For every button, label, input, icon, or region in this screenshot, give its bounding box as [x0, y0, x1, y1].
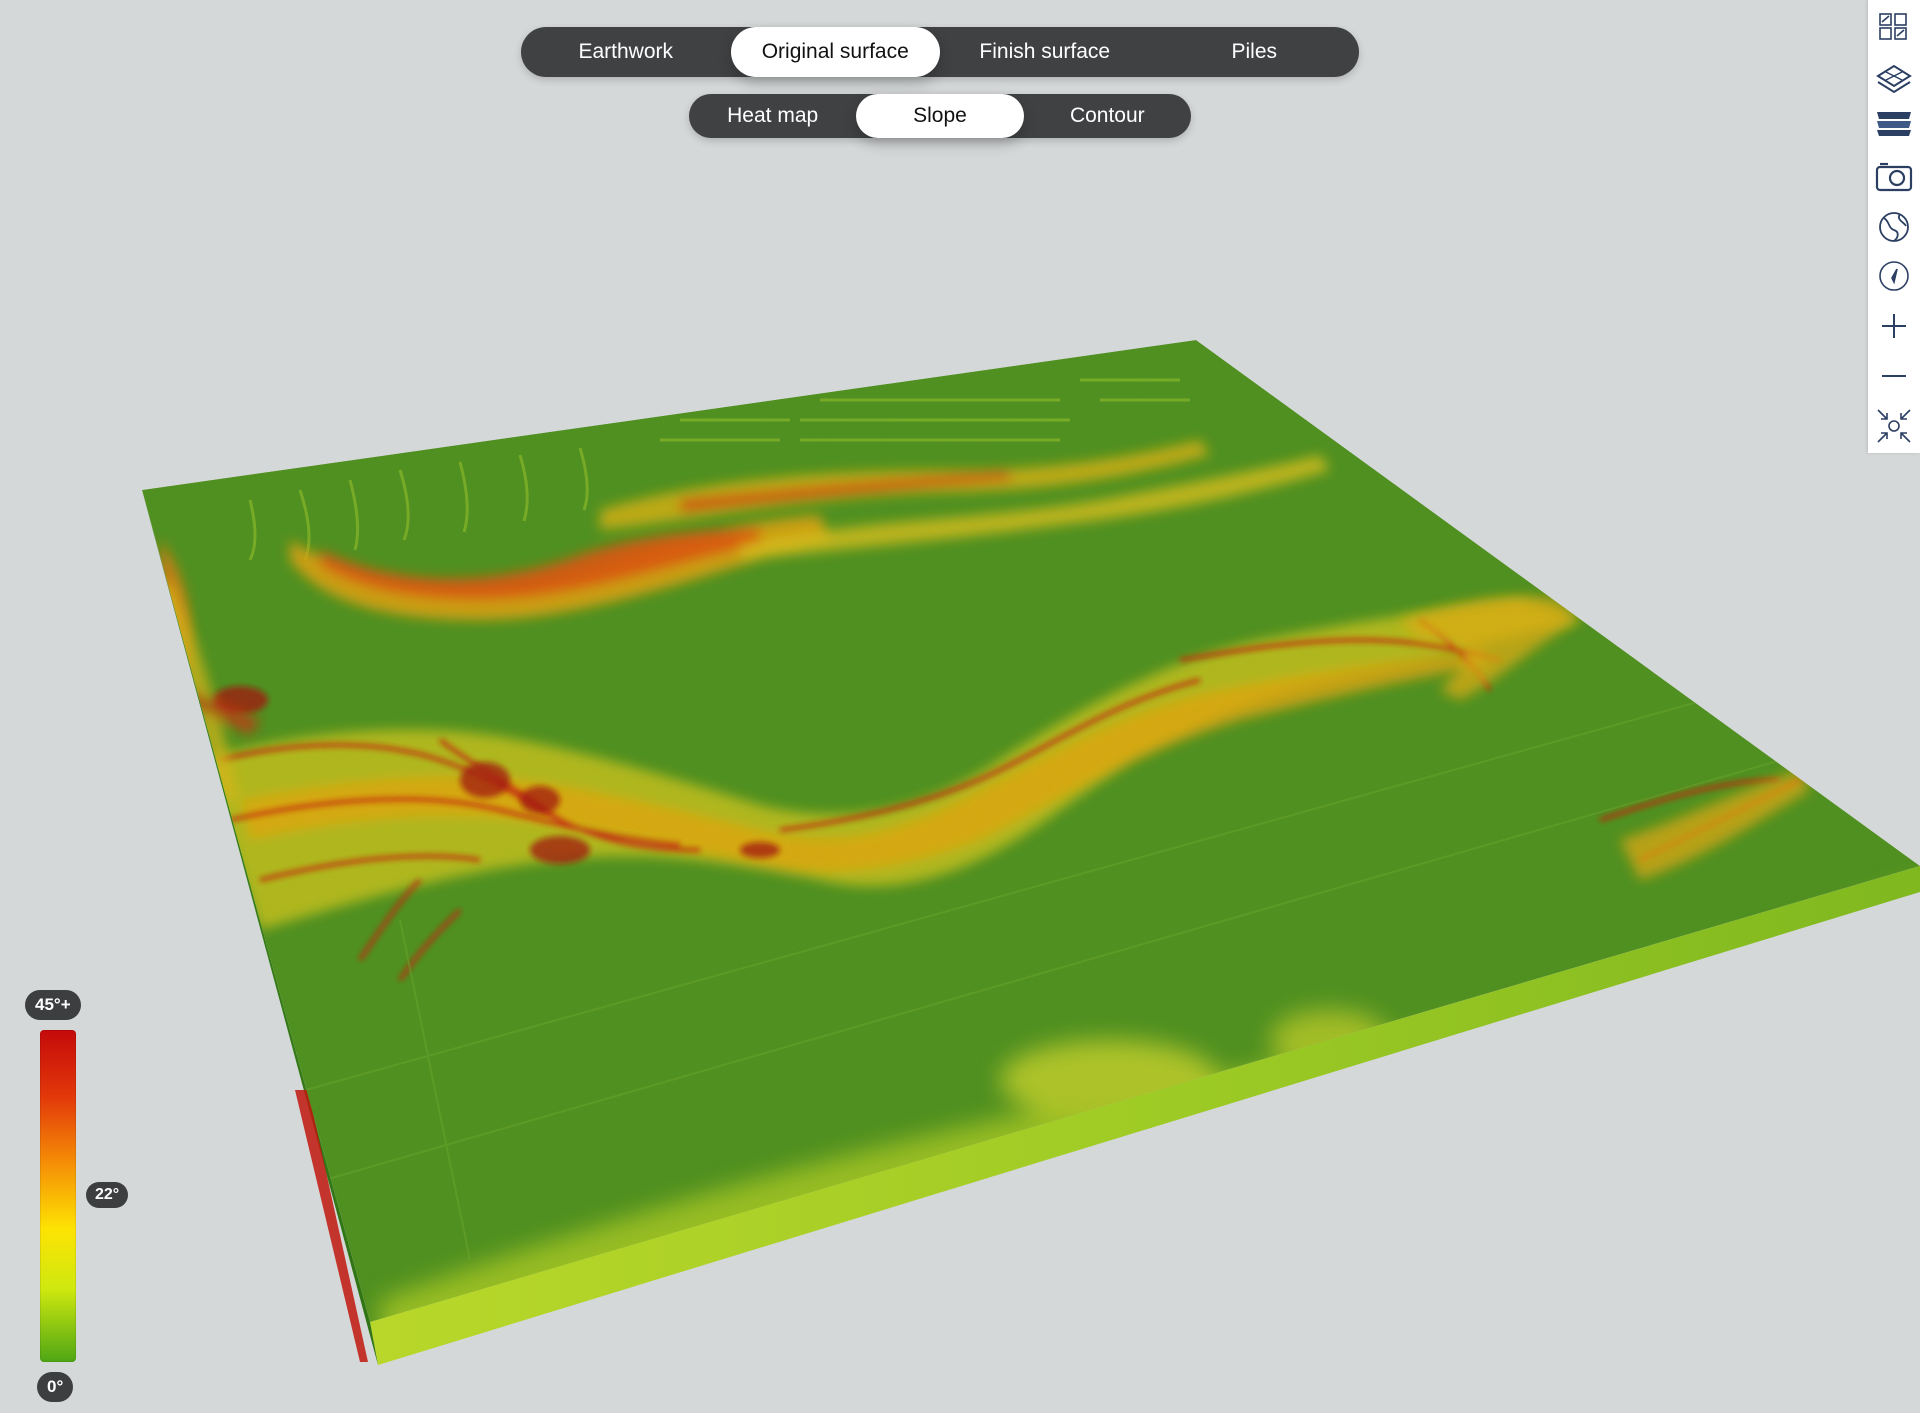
compass-icon[interactable]	[1868, 252, 1920, 300]
view-type-selector: Heat map Slope Contour	[689, 94, 1191, 138]
stacked-layers-icon[interactable]	[1868, 98, 1920, 146]
camera-icon[interactable]	[1868, 152, 1920, 200]
tab-slope[interactable]: Slope	[856, 94, 1024, 138]
tab-original-surface[interactable]: Original surface	[730, 27, 940, 77]
zoom-out-icon[interactable]	[1868, 352, 1920, 400]
tab-contour[interactable]: Contour	[1024, 94, 1191, 138]
zoom-in-icon[interactable]	[1868, 302, 1920, 350]
tab-heat-map[interactable]: Heat map	[689, 94, 856, 138]
tab-piles[interactable]: Piles	[1150, 27, 1360, 77]
terrain-3d-view[interactable]	[0, 0, 1920, 1413]
layout-grid-icon[interactable]	[1868, 2, 1920, 50]
map-toolbar	[1868, 0, 1920, 453]
map-viewport[interactable]: Earthwork Original surface Finish surfac…	[0, 0, 1920, 1413]
surface-mode-selector: Earthwork Original surface Finish surfac…	[521, 27, 1359, 77]
tab-finish-surface[interactable]: Finish surface	[940, 27, 1150, 77]
reset-view-icon[interactable]	[1868, 402, 1920, 450]
map-layers-3d-icon[interactable]	[1868, 50, 1920, 98]
globe-icon[interactable]	[1868, 202, 1920, 250]
tab-earthwork[interactable]: Earthwork	[521, 27, 731, 77]
